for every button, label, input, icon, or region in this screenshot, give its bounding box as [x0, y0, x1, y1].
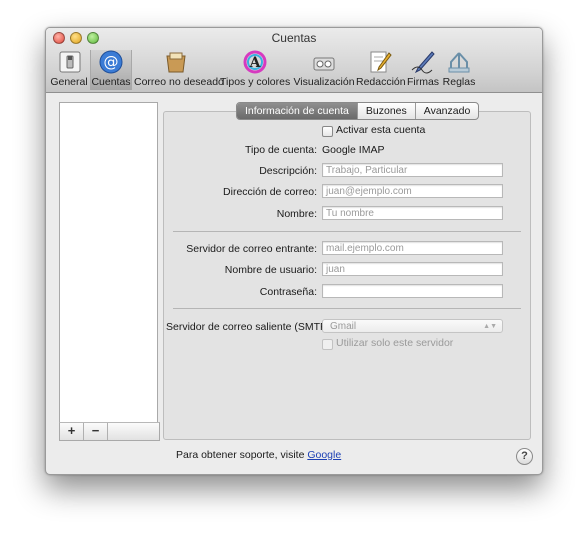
junk-mail-icon	[166, 52, 186, 73]
toolbar-item-signatures[interactable]: Firmas	[404, 50, 442, 90]
incoming-server-label: Servidor de correo entrante:	[186, 243, 317, 255]
toolbar-label: Firmas	[406, 76, 440, 88]
window-title: Cuentas	[271, 31, 317, 45]
enable-account-checkbox[interactable]	[322, 126, 333, 137]
toolbar-label: Reglas	[442, 76, 476, 88]
incoming-server-field[interactable]: mail.ejemplo.com	[322, 241, 503, 255]
toolbar-label: Visualización	[293, 76, 355, 88]
name-field[interactable]: Tu nombre	[322, 206, 503, 220]
only-this-server-checkbox[interactable]	[322, 339, 333, 350]
at-sign-icon: @	[99, 50, 123, 74]
viewing-glasses-icon	[313, 57, 335, 71]
signature-pen-icon	[411, 51, 435, 74]
only-this-server-label: Utilizar solo este servidor	[336, 337, 454, 349]
toolbar-item-general[interactable]: General	[50, 50, 88, 90]
smtp-label: Servidor de correo saliente (SMTP):	[166, 321, 334, 333]
smtp-server-value: Gmail	[330, 321, 357, 332]
popup-arrows-icon: ▲▼	[483, 323, 497, 330]
fonts-colors-icon: A	[243, 50, 267, 74]
titlebar: Cuentas General @ Cuentas Correo no dese…	[46, 28, 542, 93]
accounts-list[interactable]	[59, 102, 158, 440]
email-field[interactable]: juan@ejemplo.com	[322, 184, 503, 198]
preferences-window: Cuentas General @ Cuentas Correo no dese…	[45, 27, 543, 475]
account-tabs: Información de cuenta Buzones Avanzado	[236, 102, 480, 120]
toolbar-item-junk-mail[interactable]: Correo no deseado	[134, 50, 224, 90]
section-divider	[173, 231, 521, 232]
help-button[interactable]: ?	[516, 448, 533, 465]
toolbar-item-viewing[interactable]: Visualización	[292, 50, 356, 90]
general-switch-icon	[59, 51, 81, 73]
toolbar-label: Tipos y colores	[220, 76, 291, 88]
add-account-button[interactable]: +	[60, 423, 84, 440]
description-field[interactable]: Trabajo, Particular	[322, 163, 503, 177]
smtp-server-popup[interactable]: Gmail ▲▼	[322, 319, 503, 333]
rules-icon	[448, 52, 470, 73]
toolbar-label: Cuentas	[91, 76, 131, 88]
support-label: Para obtener soporte, visite	[176, 449, 305, 461]
support-link[interactable]: Google	[307, 449, 341, 461]
toolbar-label: Redacción	[356, 76, 406, 88]
account-type-value: Google IMAP	[322, 144, 385, 156]
svg-text:A: A	[249, 55, 262, 71]
name-label: Nombre:	[276, 208, 317, 220]
accounts-list-buttons: + −	[59, 422, 160, 441]
toolbar-item-rules[interactable]: Reglas	[442, 50, 476, 90]
password-label: Contraseña:	[259, 286, 317, 298]
composing-pencil-icon	[370, 51, 392, 73]
svg-text:@: @	[104, 53, 119, 71]
toolbar-label: Correo no deseado	[134, 76, 224, 88]
tab-account-info[interactable]: Información de cuenta	[237, 103, 358, 119]
toolbar-item-composing[interactable]: Redacción	[356, 50, 406, 90]
description-label: Descripción:	[259, 165, 317, 177]
password-field[interactable]	[322, 284, 503, 298]
username-field[interactable]: juan	[322, 262, 503, 276]
toolbar-item-fonts-colors[interactable]: A Tipos y colores	[220, 50, 290, 90]
toolbar-item-cuentas[interactable]: @ Cuentas	[90, 50, 132, 90]
toolbar-label: General	[50, 76, 88, 88]
username-label: Nombre de usuario:	[224, 264, 317, 276]
support-text: Para obtener soporte, visite Google	[176, 449, 341, 461]
email-label: Dirección de correo:	[223, 186, 317, 198]
enable-account-label: Activar esta cuenta	[336, 124, 426, 136]
remove-account-button[interactable]: −	[84, 423, 108, 440]
section-divider	[173, 308, 521, 309]
account-type-label: Tipo de cuenta:	[245, 144, 317, 156]
tab-mailboxes[interactable]: Buzones	[358, 103, 416, 119]
tab-advanced[interactable]: Avanzado	[416, 103, 479, 119]
